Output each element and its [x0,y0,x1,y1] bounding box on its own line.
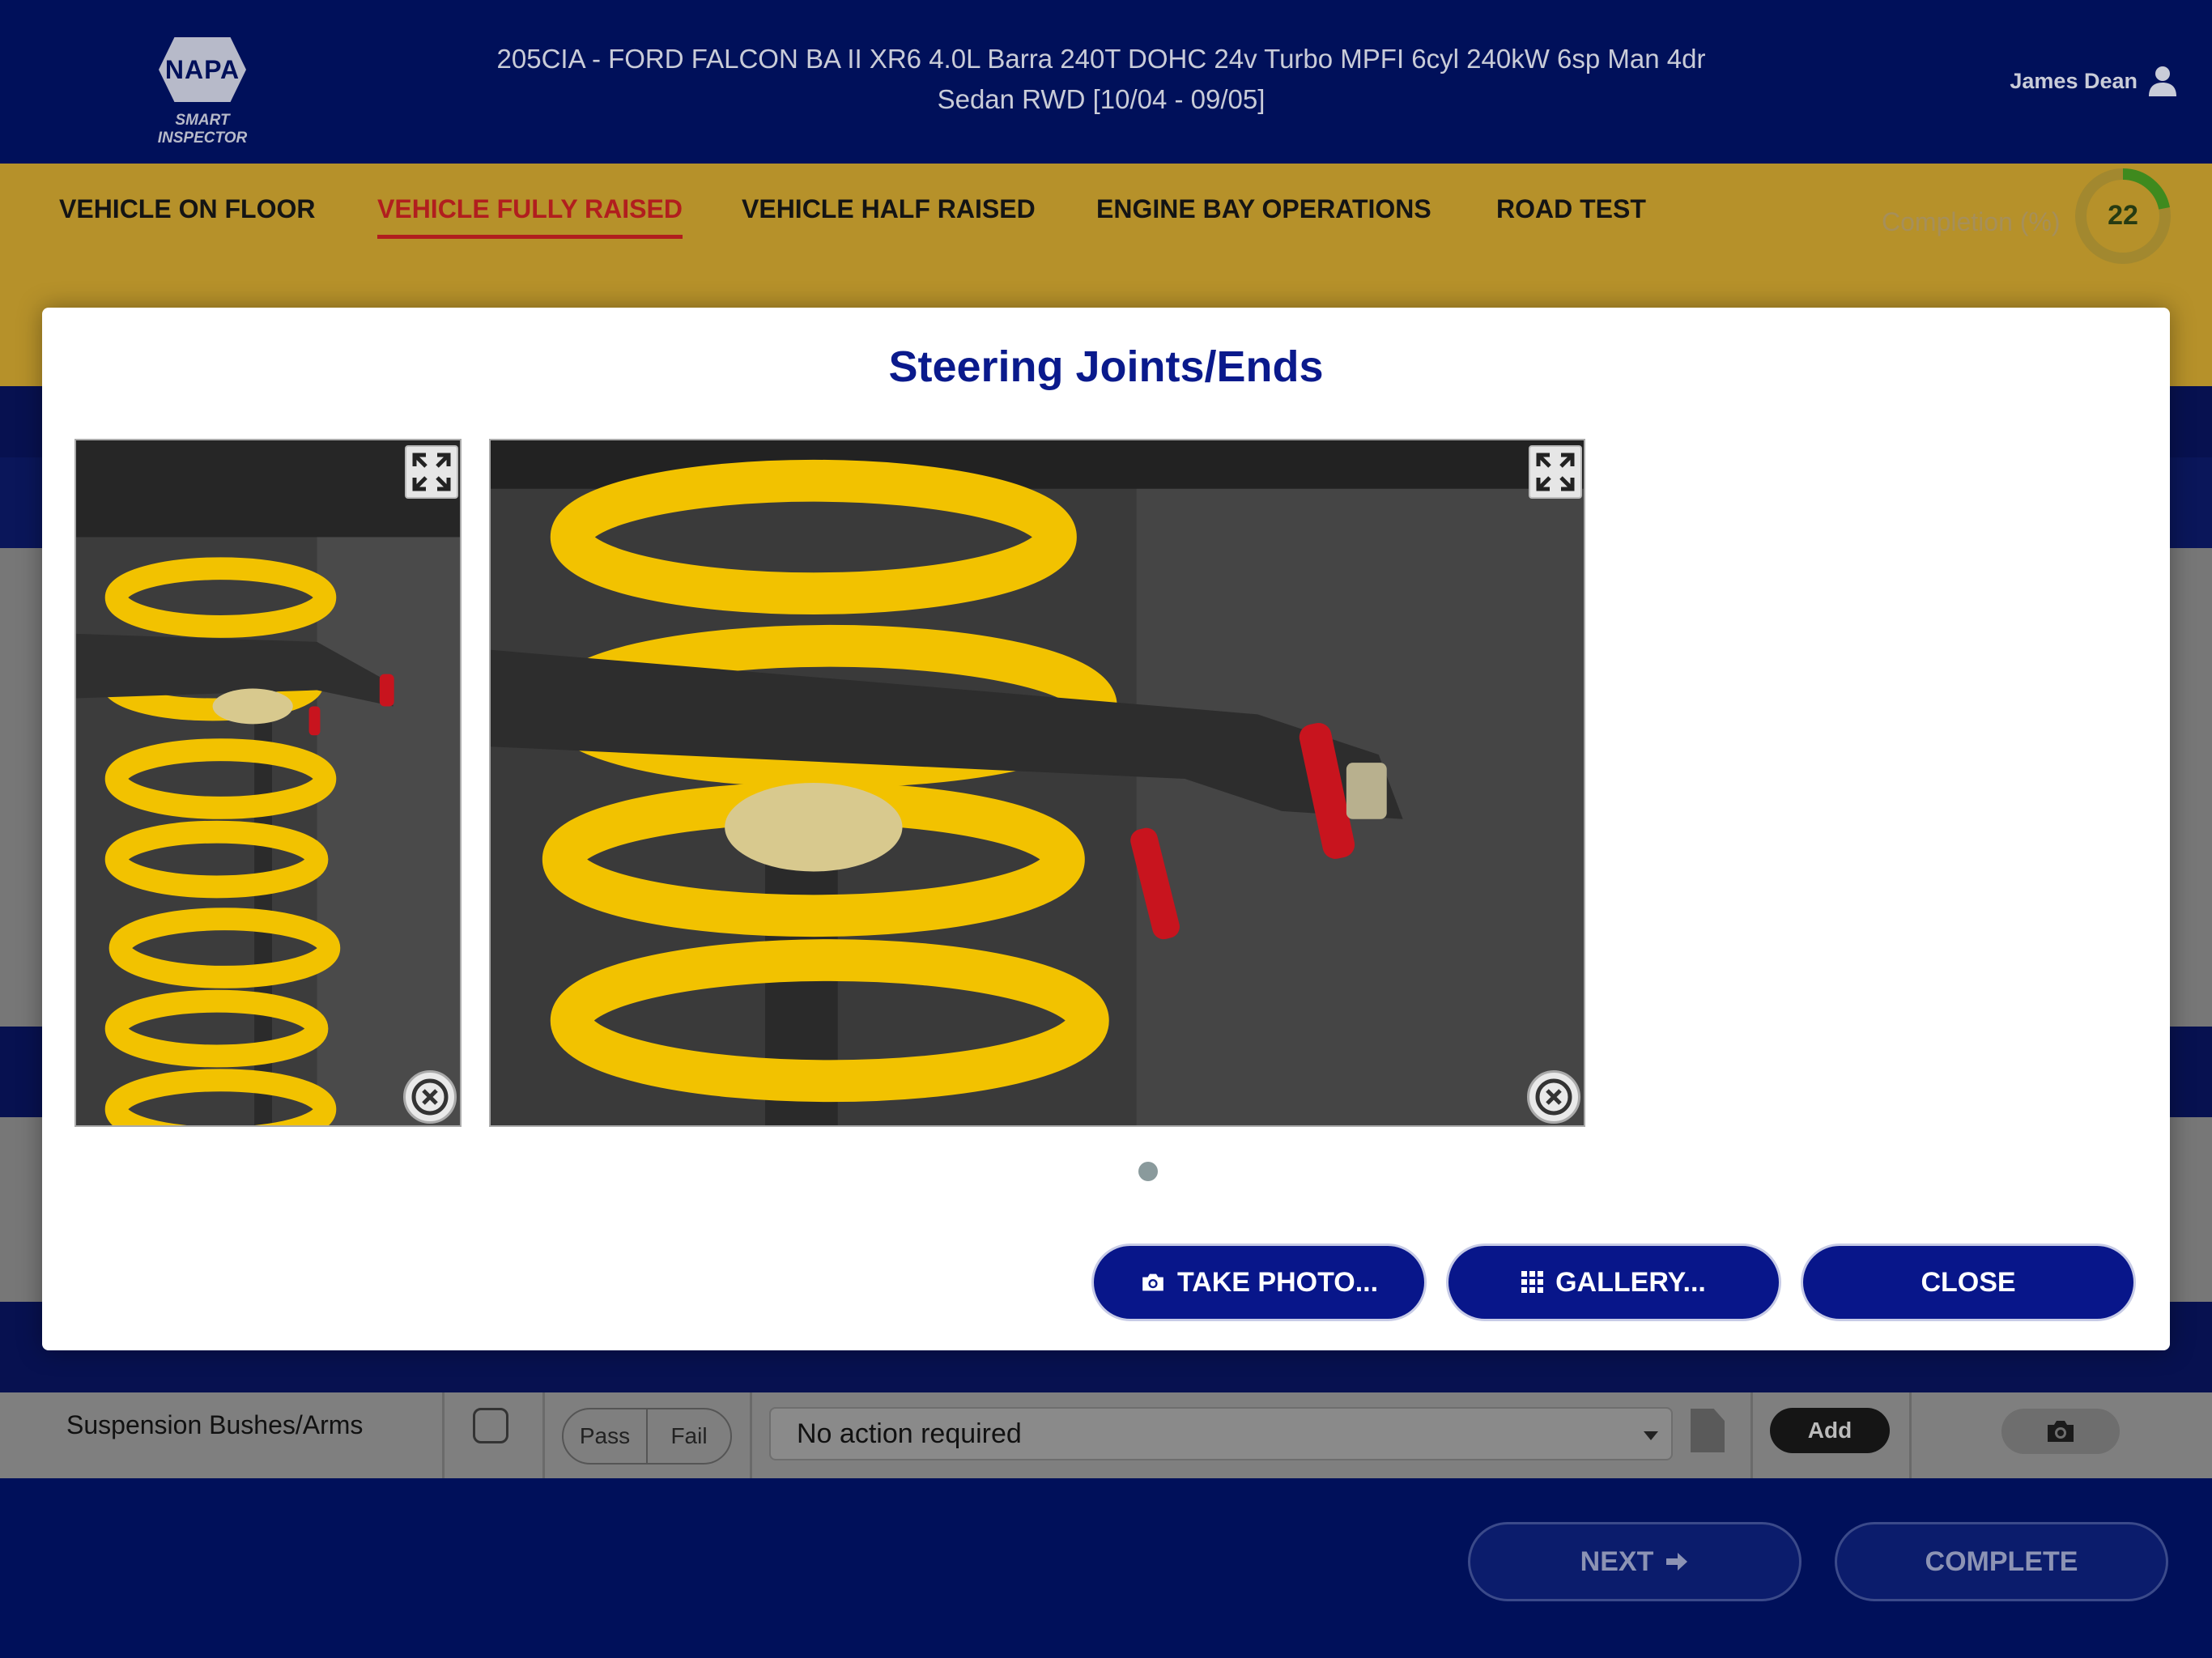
camera-icon [1142,1273,1163,1291]
grid-icon [1521,1271,1544,1293]
close-circle-icon [1535,1078,1572,1116]
gallery-button[interactable]: GALLERY... [1446,1244,1781,1321]
remove-photo-1-button[interactable] [403,1070,457,1124]
document-icon[interactable] [1691,1409,1725,1452]
row-checkbox[interactable] [473,1408,508,1443]
carousel-page-dot[interactable] [1138,1162,1158,1181]
cell-divider [542,1392,545,1478]
app-header: NAPA SMART INSPECTOR 205CIA - FORD FALCO… [0,0,2212,164]
suspension-photo-closeup [491,440,1584,1125]
add-button[interactable]: Add [1770,1408,1890,1453]
photo-1[interactable] [74,439,462,1127]
photo-modal: Steering Joints/Ends TAKE PHOTO... GALLE… [42,308,2170,1350]
take-photo-label: TAKE PHOTO... [1176,1266,1379,1298]
tab-road-test[interactable]: ROAD TEST [1496,194,1646,224]
logo-subtitle: SMART INSPECTOR [157,112,248,147]
vehicle-title-line1: 205CIA - FORD FALCON BA II XR6 4.0L Barr… [496,44,1706,74]
suspension-photo-portrait [76,440,460,1125]
vehicle-title-line2: Sedan RWD [10/04 - 09/05] [937,84,1266,114]
pass-fail-toggle[interactable]: Pass Fail [562,1408,732,1465]
vehicle-title: 205CIA - FORD FALCON BA II XR6 4.0L Barr… [453,39,1749,120]
modal-title: Steering Joints/Ends [888,342,1324,391]
cell-divider [750,1392,752,1478]
expand-photo-2-button[interactable] [1529,445,1582,499]
cell-divider [1750,1392,1753,1478]
tab-engine-bay-operations[interactable]: ENGINE BAY OPERATIONS [1096,194,1431,224]
gallery-label: GALLERY... [1555,1266,1706,1298]
expand-icon [412,453,451,491]
fail-option[interactable]: Fail [648,1409,730,1463]
complete-button[interactable]: COMPLETE [1835,1522,2168,1601]
arrow-right-icon [1666,1553,1688,1571]
pass-option[interactable]: Pass [564,1409,648,1463]
napa-badge: NAPA [159,37,246,102]
cell-divider [442,1392,445,1478]
row-label: Suspension Bushes/Arms [66,1410,364,1439]
tab-vehicle-on-floor[interactable]: VEHICLE ON FLOOR [59,194,315,224]
user-icon [2149,66,2176,96]
napa-logo: NAPA SMART INSPECTOR [136,32,269,147]
user-name: James Dean [2010,68,2138,93]
action-select[interactable]: No action required [769,1407,1673,1460]
expand-photo-1-button[interactable] [405,445,458,499]
cell-divider [1909,1392,1912,1478]
tab-vehicle-fully-raised[interactable]: VEHICLE FULLY RAISED [377,194,683,239]
expand-icon [1536,453,1575,491]
camera-icon [2048,1421,2074,1442]
close-button[interactable]: CLOSE [1801,1244,2136,1321]
next-button[interactable]: NEXT [1468,1522,1802,1601]
completion-label: Completion (%) [1882,207,2061,236]
remove-photo-2-button[interactable] [1527,1070,1580,1124]
photo-2[interactable] [489,439,1585,1127]
tab-vehicle-half-raised[interactable]: VEHICLE HALF RAISED [742,194,1036,224]
completion-value: 22 [2108,200,2138,231]
logo-text: NAPA [164,55,240,84]
take-photo-button[interactable]: TAKE PHOTO... [1091,1244,1427,1321]
next-label: NEXT [1580,1545,1654,1577]
user-menu[interactable]: James Dean [2010,65,2178,97]
row-camera-button[interactable] [2001,1409,2120,1454]
close-circle-icon [411,1078,449,1116]
